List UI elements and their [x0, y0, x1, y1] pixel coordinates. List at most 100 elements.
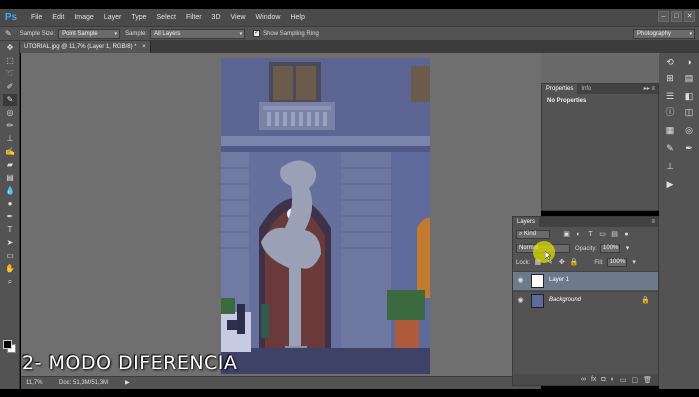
- dodge-icon[interactable]: ●: [3, 198, 17, 210]
- layer-name[interactable]: Background: [549, 297, 581, 303]
- workspace-select[interactable]: Photography ▾: [633, 29, 695, 39]
- lock-all-icon[interactable]: 🔒: [569, 258, 578, 267]
- menu-window[interactable]: Window: [251, 14, 286, 21]
- quick-select-icon[interactable]: ✐: [3, 81, 17, 93]
- opacity-input[interactable]: 100%: [600, 244, 621, 253]
- menu-select[interactable]: Select: [152, 14, 181, 21]
- type-filter-icon[interactable]: T: [586, 230, 595, 239]
- fill-input[interactable]: 100%: [606, 258, 627, 267]
- clone-stamp-icon[interactable]: ⊥: [3, 133, 17, 145]
- menu-file[interactable]: File: [26, 14, 47, 21]
- paths-icon[interactable]: ✒: [683, 143, 695, 154]
- menu-edit[interactable]: Edit: [47, 14, 69, 21]
- menu-help[interactable]: Help: [285, 14, 309, 21]
- chevron-down-icon[interactable]: ▾: [623, 244, 632, 253]
- shape-filter-icon[interactable]: ▭: [598, 230, 607, 239]
- hand-icon[interactable]: ✋: [3, 263, 17, 275]
- status-menu-arrow[interactable]: ▶: [125, 377, 130, 389]
- menu-filter[interactable]: Filter: [181, 14, 207, 21]
- shape-icon[interactable]: ▭: [3, 250, 17, 262]
- fx-icon[interactable]: fx: [591, 376, 596, 383]
- panel-dock-empty: [541, 53, 659, 83]
- eye-icon[interactable]: ◉: [516, 296, 525, 305]
- close-button[interactable]: ✕: [684, 11, 695, 22]
- layer-name[interactable]: Layer 1: [549, 277, 569, 283]
- layer-filter-row: ⌕ Kind ▣ ◐ T ▭ ▤ ●: [513, 230, 658, 239]
- sample-size-label: Sample Size:: [19, 30, 56, 37]
- info-icon[interactable]: ⓘ: [664, 107, 676, 118]
- show-sampling-ring-checkbox[interactable]: ✓: [253, 30, 261, 37]
- history-brush-icon[interactable]: ✍: [3, 146, 17, 158]
- eyedropper-tool-preset-icon[interactable]: ✎: [5, 29, 12, 38]
- minimize-button[interactable]: –: [658, 11, 669, 22]
- document-tab[interactable]: UTORIAL.jpg @ 11,7% (Layer 1, RGB/8) * ×: [20, 41, 151, 53]
- new-layer-icon[interactable]: ▢: [631, 376, 638, 384]
- cursor-highlight: [533, 241, 555, 263]
- letterbox-top: [0, 0, 699, 9]
- brush-icon[interactable]: ✏: [3, 120, 17, 132]
- tab-properties[interactable]: Properties: [542, 84, 578, 94]
- marquee-icon[interactable]: ⬚: [3, 55, 17, 67]
- properties-icon[interactable]: ▦: [664, 125, 676, 136]
- opacity-label: Opacity:: [575, 245, 598, 252]
- foreground-color-swatch[interactable]: [3, 340, 12, 349]
- fill-label: Fill:: [594, 259, 604, 266]
- mask-icon[interactable]: ◘: [601, 376, 605, 383]
- spot-healing-icon[interactable]: ◎: [3, 107, 17, 119]
- path-select-icon[interactable]: ➤: [3, 237, 17, 249]
- pixel-filter-icon[interactable]: ▣: [562, 230, 571, 239]
- layers-panel-tabs: Layers: [513, 217, 658, 227]
- adjustments-icon[interactable]: ⊞: [664, 73, 676, 84]
- smart-object-filter-icon[interactable]: ▤: [610, 230, 619, 239]
- sample-size-select[interactable]: Point Sample ▾: [58, 28, 121, 39]
- document-tab-title: UTORIAL.jpg @ 11,7% (Layer 1, RGB/8) *: [24, 44, 137, 50]
- lasso-icon[interactable]: ➰: [3, 68, 17, 80]
- maximize-button[interactable]: □: [671, 11, 682, 22]
- eye-icon[interactable]: ◉: [516, 276, 525, 285]
- layer-row[interactable]: ◉ Background 🔒: [513, 291, 658, 310]
- tab-info[interactable]: Info: [577, 84, 595, 94]
- filter-toggle-icon[interactable]: ●: [622, 230, 631, 239]
- panel-menu-icon[interactable]: ≡: [651, 217, 655, 227]
- pen-icon[interactable]: ✒: [3, 211, 17, 223]
- color-icon[interactable]: ◑: [683, 57, 695, 68]
- layer-row[interactable]: ◉ Layer 1: [513, 271, 658, 290]
- tab-layers[interactable]: Layers: [513, 217, 540, 227]
- trash-icon[interactable]: 🗑: [643, 376, 652, 384]
- history-icon[interactable]: ⟲: [664, 57, 676, 68]
- sample-select[interactable]: All Layers ▾: [150, 28, 246, 39]
- gradient-icon[interactable]: ▤: [3, 172, 17, 184]
- layer-filter-select[interactable]: ⌕ Kind: [516, 230, 550, 239]
- menu-image[interactable]: Image: [69, 14, 98, 21]
- menu-3d[interactable]: 3D: [207, 14, 226, 21]
- panel-menu-icon[interactable]: ▸▸ ≡: [644, 84, 655, 94]
- chevron-down-icon[interactable]: ▾: [630, 258, 639, 267]
- group-icon[interactable]: ▭: [620, 376, 627, 384]
- options-bar: ✎ Sample Size: Point Sample ▾ Sample: Al…: [0, 26, 699, 41]
- eraser-icon[interactable]: ▰: [3, 159, 17, 171]
- navigator-icon[interactable]: ☰: [664, 91, 676, 102]
- blur-icon[interactable]: 💧: [3, 185, 17, 197]
- menu-view[interactable]: View: [226, 14, 251, 21]
- link-icon[interactable]: ∞: [581, 376, 586, 383]
- actions-icon[interactable]: ▶: [664, 179, 676, 190]
- adjustment-icon[interactable]: ◐: [611, 376, 615, 383]
- menu-type[interactable]: Type: [126, 14, 151, 21]
- eyedropper-icon[interactable]: ✎: [3, 94, 17, 106]
- type-icon[interactable]: T: [3, 224, 17, 236]
- styles-icon[interactable]: ◧: [683, 91, 695, 102]
- channels-icon[interactable]: ◎: [683, 125, 695, 136]
- lock-position-icon[interactable]: ✥: [557, 258, 566, 267]
- zoom-icon[interactable]: ⌕: [3, 276, 17, 288]
- brush-presets-icon[interactable]: ✎: [664, 143, 676, 154]
- menu-layer[interactable]: Layer: [99, 14, 127, 21]
- swatches-icon[interactable]: ▤: [683, 73, 695, 84]
- zoom-level[interactable]: 11,7%: [26, 377, 43, 389]
- document-image[interactable]: [221, 58, 430, 374]
- adjustment-filter-icon[interactable]: ◐: [574, 230, 583, 239]
- move-icon[interactable]: ✥: [3, 42, 17, 54]
- close-icon[interactable]: ×: [142, 44, 146, 50]
- document-tab-bar: UTORIAL.jpg @ 11,7% (Layer 1, RGB/8) * ×: [20, 41, 699, 53]
- clone-source-icon[interactable]: ⊥: [664, 161, 676, 172]
- layers-icon[interactable]: ◫: [683, 107, 695, 118]
